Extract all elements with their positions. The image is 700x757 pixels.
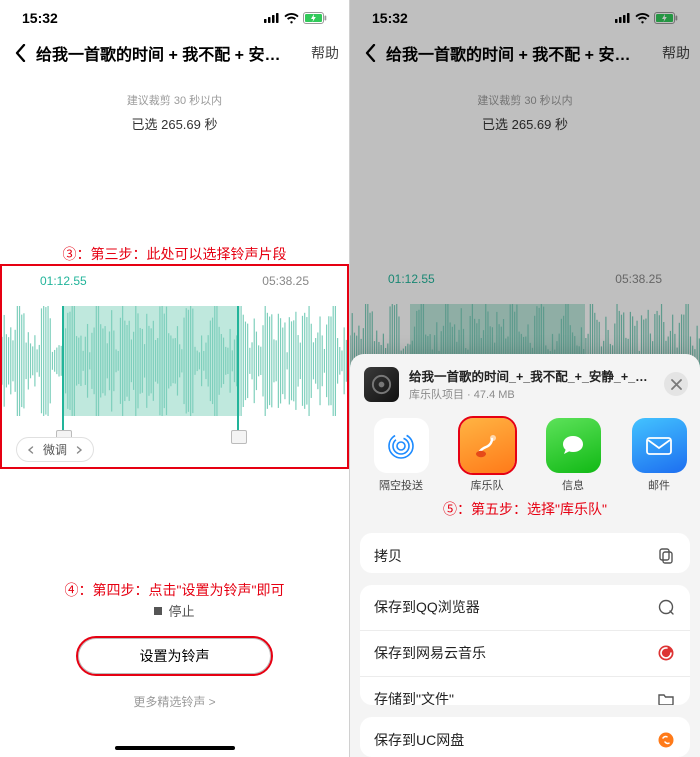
wifi-icon bbox=[284, 13, 299, 24]
battery-icon bbox=[303, 12, 327, 24]
qqbrowser-icon bbox=[657, 598, 675, 616]
waveform-editor[interactable]: 01:12.55 05:38.25 微调 bbox=[0, 264, 349, 469]
set-ringtone-label: 设置为铃声 bbox=[140, 646, 210, 666]
action-label: 保存到QQ浏览器 bbox=[374, 597, 480, 617]
close-share-button[interactable] bbox=[664, 372, 688, 396]
share-actions-3: 保存到UC网盘 bbox=[360, 717, 690, 757]
stop-button[interactable]: 停止 bbox=[154, 601, 194, 620]
action-netease[interactable]: 保存到网易云音乐 bbox=[360, 630, 690, 676]
annotation-step3: ③：第三步：此处可以选择铃声片段 bbox=[0, 244, 349, 264]
copy-icon bbox=[657, 547, 675, 565]
share-app-row[interactable]: 隔空投送 库乐队 信息 邮件 bbox=[350, 412, 700, 495]
annotation-step4: ④：第四步：点击"设置为铃声"即可 bbox=[0, 580, 349, 600]
page-title: 给我一首歌的时间 + 我不配 + 安… bbox=[36, 41, 305, 65]
action-label: 保存到UC网盘 bbox=[374, 730, 464, 750]
fine-tune-label: 微调 bbox=[43, 441, 67, 458]
home-indicator[interactable] bbox=[115, 746, 235, 750]
share-app-messages[interactable]: 信息 bbox=[532, 418, 614, 493]
uc-icon bbox=[657, 731, 675, 749]
share-app-airdrop[interactable]: 隔空投送 bbox=[360, 418, 442, 493]
share-actions-2: 保存到QQ浏览器 保存到网易云音乐 存储到"文件" bbox=[360, 585, 690, 706]
annotation-step5: ⑤：第五步：选择"库乐队" bbox=[350, 499, 700, 519]
set-ringtone-button[interactable]: 设置为铃声 bbox=[78, 638, 271, 674]
action-copy[interactable]: 拷贝 bbox=[360, 533, 690, 573]
fine-tune-button[interactable]: 微调 bbox=[16, 437, 94, 462]
share-actions: 拷贝 bbox=[360, 533, 690, 573]
more-ringtones-link[interactable]: 更多精选铃声 > bbox=[0, 693, 349, 710]
signal-icon bbox=[264, 13, 280, 23]
chevron-left-icon bbox=[15, 44, 26, 62]
share-app-label: 邮件 bbox=[648, 477, 670, 493]
file-thumbnail bbox=[364, 367, 399, 402]
action-files[interactable]: 存储到"文件" bbox=[360, 676, 690, 706]
share-file-title: 给我一首歌的时间_+_我不配_+_安静_+_… bbox=[409, 366, 654, 385]
stop-label: 停止 bbox=[168, 601, 194, 620]
action-qqbrowser[interactable]: 保存到QQ浏览器 bbox=[360, 585, 690, 630]
header: 给我一首歌的时间 + 我不配 + 安… 帮助 bbox=[0, 36, 349, 70]
share-app-garageband[interactable]: 库乐队 bbox=[446, 418, 528, 493]
action-label: 保存到网易云音乐 bbox=[374, 643, 486, 663]
hint-line1: 建议裁剪 30 秒以内 bbox=[0, 92, 349, 108]
share-app-label: 库乐队 bbox=[471, 477, 504, 493]
share-app-mail[interactable]: 邮件 bbox=[618, 418, 700, 493]
selection-handle-end[interactable] bbox=[237, 306, 239, 434]
chevron-right-icon bbox=[75, 446, 83, 454]
help-link[interactable]: 帮助 bbox=[311, 43, 339, 63]
action-label: 拷贝 bbox=[374, 546, 402, 566]
chevron-left-icon bbox=[27, 446, 35, 454]
airdrop-icon bbox=[384, 429, 418, 463]
action-label: 存储到"文件" bbox=[374, 689, 454, 705]
share-file-subtitle: 库乐队项目 · 47.4 MB bbox=[409, 386, 654, 402]
garageband-icon bbox=[469, 428, 505, 464]
status-icons bbox=[264, 12, 327, 24]
share-sheet: 给我一首歌的时间_+_我不配_+_安静_+_… 库乐队项目 · 47.4 MB … bbox=[350, 354, 700, 757]
clip-end-time: 05:38.25 bbox=[262, 274, 309, 288]
back-button[interactable] bbox=[10, 43, 30, 63]
stop-icon bbox=[154, 607, 162, 615]
clip-start-time: 01:12.55 bbox=[40, 274, 87, 288]
left-screenshot: 15:32 给我一首歌的时间 + 我不配 + 安… 帮助 建议裁剪 30 秒以内… bbox=[0, 0, 350, 757]
mail-icon bbox=[642, 429, 676, 463]
status-time: 15:32 bbox=[22, 10, 58, 26]
close-icon bbox=[671, 379, 682, 390]
action-ucpan[interactable]: 保存到UC网盘 bbox=[360, 717, 690, 757]
selection-handle-start[interactable] bbox=[62, 306, 64, 434]
right-screenshot: 15:32 给我一首歌的时间 + 我不配 + 安… 帮助 建议裁剪 30 秒以内… bbox=[350, 0, 700, 757]
status-bar: 15:32 bbox=[0, 0, 349, 36]
hint-line2: 已选 265.69 秒 bbox=[0, 114, 349, 133]
waveform-icon bbox=[2, 306, 347, 416]
messages-icon bbox=[557, 430, 589, 462]
share-app-label: 信息 bbox=[562, 477, 584, 493]
netease-icon bbox=[657, 644, 675, 662]
garageband-file-icon bbox=[370, 373, 393, 396]
folder-icon bbox=[657, 690, 675, 705]
share-app-label: 隔空投送 bbox=[379, 477, 423, 493]
trim-hint: 建议裁剪 30 秒以内 已选 265.69 秒 bbox=[0, 92, 349, 133]
